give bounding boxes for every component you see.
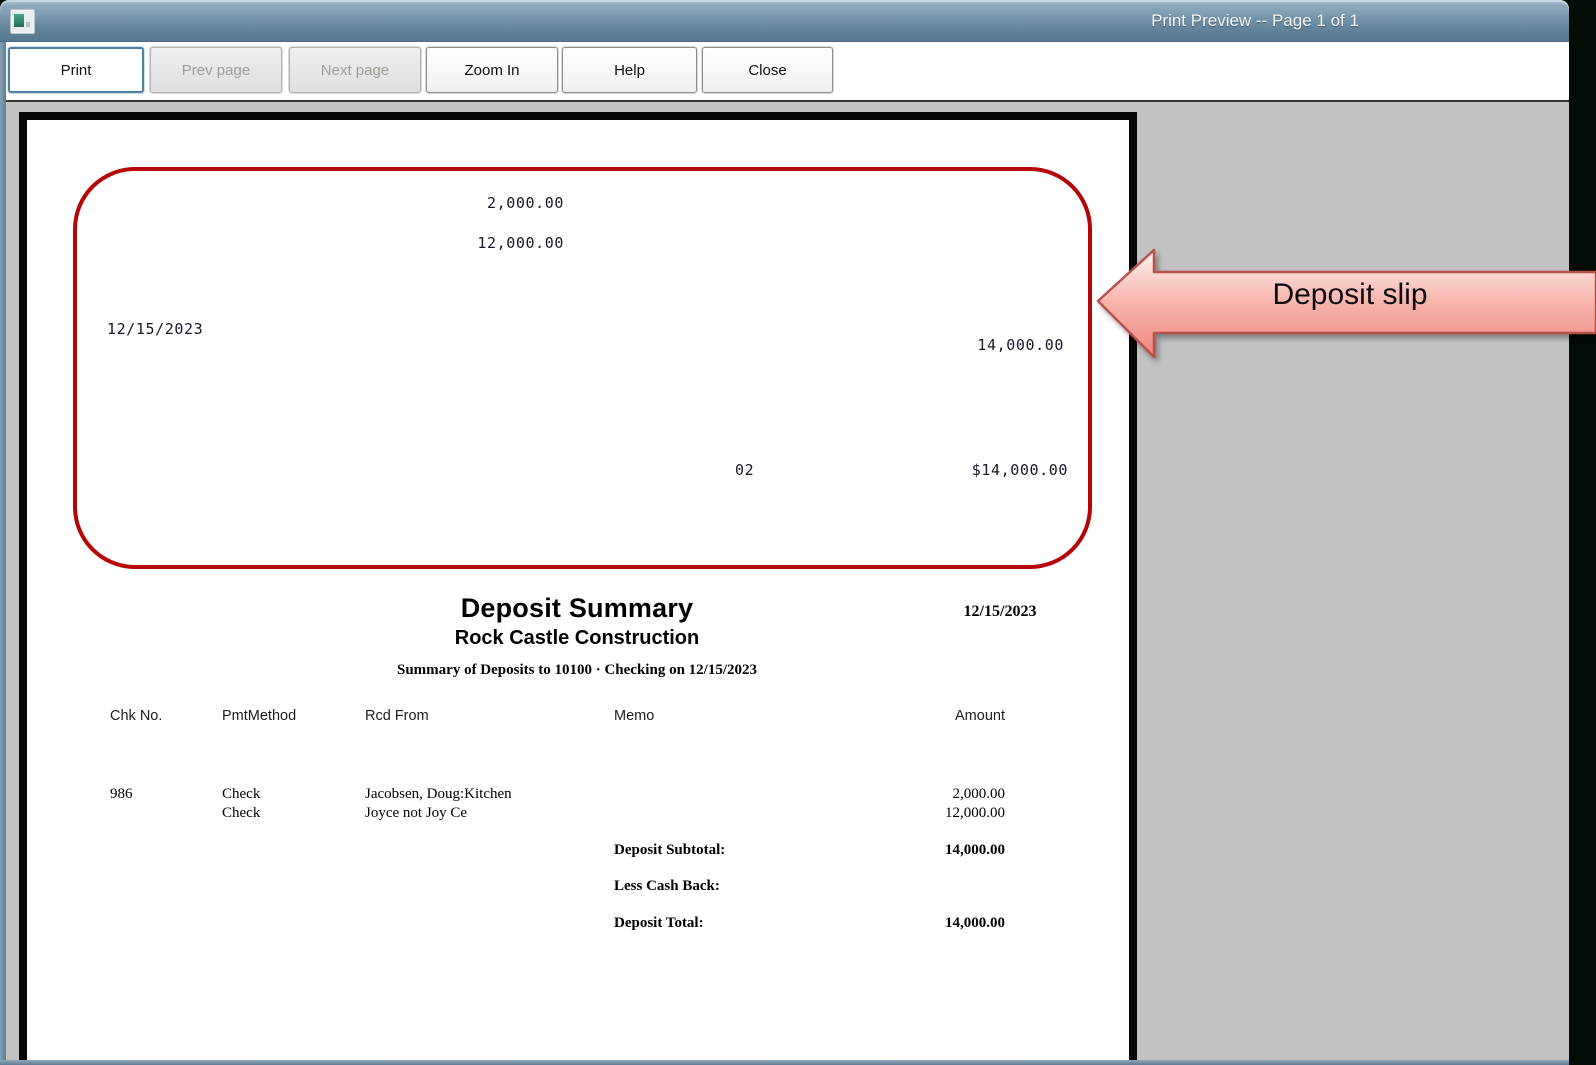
row-pmt-method: Check: [222, 805, 260, 822]
report-title: Deposit Summary: [177, 593, 977, 624]
window-frame-left: [0, 42, 6, 1065]
report-date: 12/15/2023: [935, 603, 1065, 621]
print-preview-icon: [10, 9, 35, 34]
col-header-amount: Amount: [855, 708, 1005, 724]
slip-subtotal: 14,000.00: [880, 336, 1064, 354]
window-frame-bottom: [0, 1060, 1569, 1065]
row-amount: 12,000.00: [855, 805, 1005, 822]
slip-item-count: 02: [735, 461, 754, 479]
slip-amount-2: 12,000.00: [380, 234, 564, 252]
deposit-slip-highlight: [73, 167, 1092, 569]
slip-date: 12/15/2023: [107, 320, 203, 338]
row-rcd-from: Jacobsen, Doug:Kitchen: [365, 786, 512, 803]
total-amount: 14,000.00: [855, 915, 1005, 932]
less-cash-back-label: Less Cash Back:: [614, 878, 720, 895]
zoom-in-button[interactable]: Zoom In: [426, 47, 558, 93]
col-header-memo: Memo: [614, 708, 654, 724]
titlebar[interactable]: Print Preview -- Page 1 of 1: [0, 0, 1569, 42]
close-button[interactable]: Close: [702, 47, 833, 93]
print-preview-window: Print Preview -- Page 1 of 1 Print Prev …: [0, 0, 1596, 1065]
report-subtitle: Summary of Deposits to 10100 · Checking …: [177, 662, 977, 679]
prev-page-button: Prev page: [150, 47, 282, 93]
subtotal-amount: 14,000.00: [855, 842, 1005, 859]
row-pmt-method: Check: [222, 786, 260, 803]
help-button[interactable]: Help: [562, 47, 697, 93]
subtotal-label: Deposit Subtotal:: [614, 842, 725, 859]
print-button[interactable]: Print: [8, 47, 144, 93]
slip-amount-1: 2,000.00: [380, 194, 564, 212]
next-page-button: Next page: [289, 47, 421, 93]
annotation-label: Deposit slip: [1150, 278, 1550, 312]
slip-total: $14,000.00: [884, 461, 1068, 479]
report-company: Rock Castle Construction: [177, 627, 977, 650]
col-header-pmtmethod: PmtMethod: [222, 708, 296, 724]
window-title: Print Preview -- Page 1 of 1: [1040, 11, 1470, 31]
col-header-chk-no: Chk No.: [110, 708, 162, 724]
row-rcd-from: Joyce not Joy Ce: [365, 805, 467, 822]
row-chk-no: 986: [110, 786, 133, 803]
total-label: Deposit Total:: [614, 915, 704, 932]
row-amount: 2,000.00: [855, 786, 1005, 803]
col-header-rcd-from: Rcd From: [365, 708, 429, 724]
toolbar: Print Prev page Next page Zoom In Help C…: [6, 42, 1569, 100]
